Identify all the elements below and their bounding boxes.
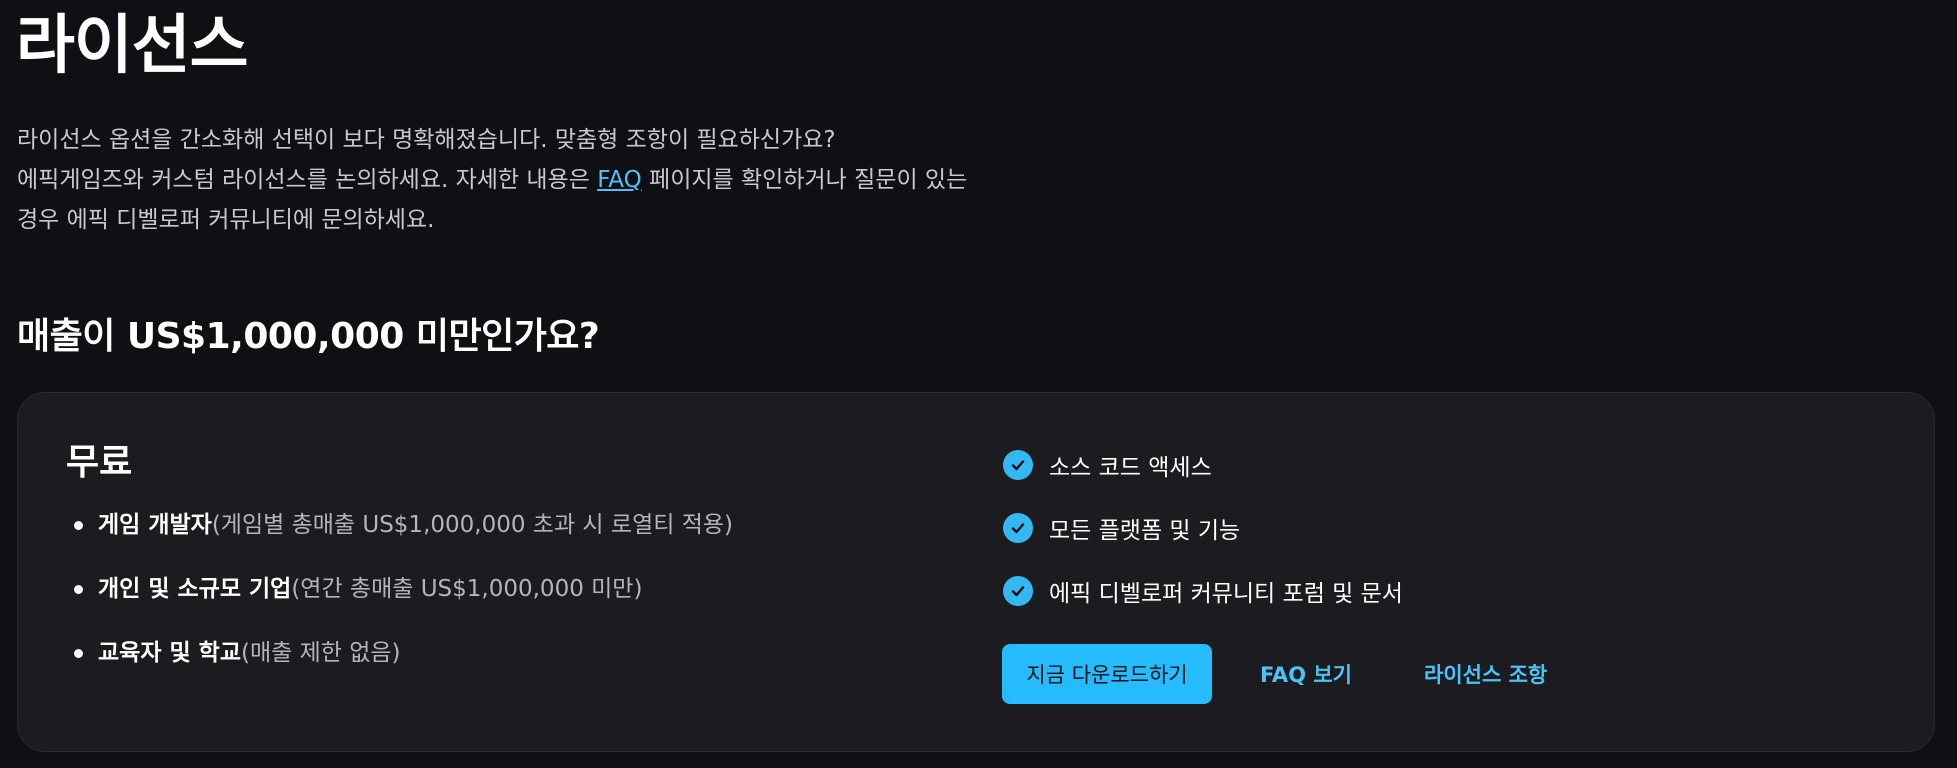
intro-text: 라이선스 옵션을 간소화해 선택이 보다 명확해졌습니다. 맞춤형 조항이 필요… — [17, 120, 1037, 240]
card-actions: 지금 다운로드하기 FAQ 보기 라이선스 조항 — [1002, 644, 1547, 704]
feature-label: 에픽 디벨로퍼 커뮤니티 포럼 및 문서 — [1049, 580, 1403, 607]
check-circle-icon — [1003, 512, 1033, 543]
section-title: 매출이 US$1,000,000 미만인가요? — [17, 316, 600, 357]
audience-note: (연간 총매출 US$1,000,000 미만) — [291, 576, 643, 602]
list-item: 모든 플랫폼 및 기능 — [1003, 496, 1403, 559]
free-tier-card: 무료 게임 개발자(게임별 총매출 US$1,000,000 초과 시 로열티 … — [17, 392, 1935, 752]
feature-list: 소스 코드 액세스 모든 플랫폼 및 기능 에픽 디벨로퍼 커뮤니티 포럼 및 … — [1003, 433, 1403, 622]
list-item: 소스 코드 액세스 — [1003, 433, 1403, 496]
faq-link[interactable]: FAQ — [597, 167, 642, 193]
bullet-dot-icon — [74, 521, 83, 530]
feature-label: 모든 플랫폼 및 기능 — [1049, 517, 1241, 544]
check-circle-icon — [1003, 449, 1033, 480]
intro-line-2-start: 에픽게임즈와 커스텀 라이선스를 논의하세요. 자세한 내용은 — [17, 167, 598, 193]
feature-label: 소스 코드 액세스 — [1049, 454, 1212, 481]
view-faq-button[interactable]: FAQ 보기 — [1260, 659, 1352, 689]
intro-line-1: 라이선스 옵션을 간소화해 선택이 보다 명확해졌습니다. 맞춤형 조항이 필요… — [17, 127, 836, 153]
intro-line-2-end: 페이지를 확인하거나 질문이 있는 — [641, 167, 968, 193]
bullet-dot-icon — [74, 585, 83, 594]
list-item: 교육자 및 학교(매출 제한 없음) — [58, 633, 733, 697]
license-terms-button[interactable]: 라이선스 조항 — [1424, 659, 1547, 689]
audience-label: 교육자 및 학교 — [98, 640, 241, 666]
audience-note: (게임별 총매출 US$1,000,000 초과 시 로열티 적용) — [211, 512, 733, 538]
page-title: 라이선스 — [16, 9, 249, 83]
license-page: 라이선스 라이선스 옵션을 간소화해 선택이 보다 명확해졌습니다. 맞춤형 조… — [0, 0, 1957, 768]
audience-label: 게임 개발자 — [98, 512, 212, 538]
download-now-button[interactable]: 지금 다운로드하기 — [1002, 644, 1212, 704]
audience-label: 개인 및 소규모 기업 — [98, 576, 292, 602]
tier-name: 무료 — [66, 442, 133, 483]
list-item: 에픽 디벨로퍼 커뮤니티 포럼 및 문서 — [1003, 559, 1403, 622]
audience-note: (매출 제한 없음) — [240, 640, 401, 666]
intro-line-2: 에픽게임즈와 커스텀 라이선스를 논의하세요. 자세한 내용은 FAQ 페이지를… — [17, 160, 1037, 200]
list-item: 게임 개발자(게임별 총매출 US$1,000,000 초과 시 로열티 적용) — [58, 505, 733, 569]
bullet-dot-icon — [74, 649, 83, 658]
audience-list: 게임 개발자(게임별 총매출 US$1,000,000 초과 시 로열티 적용)… — [58, 505, 733, 697]
intro-line-3: 경우 에픽 디벨로퍼 커뮤니티에 문의하세요. — [17, 207, 435, 233]
check-circle-icon — [1003, 575, 1033, 606]
list-item: 개인 및 소규모 기업(연간 총매출 US$1,000,000 미만) — [58, 569, 733, 633]
